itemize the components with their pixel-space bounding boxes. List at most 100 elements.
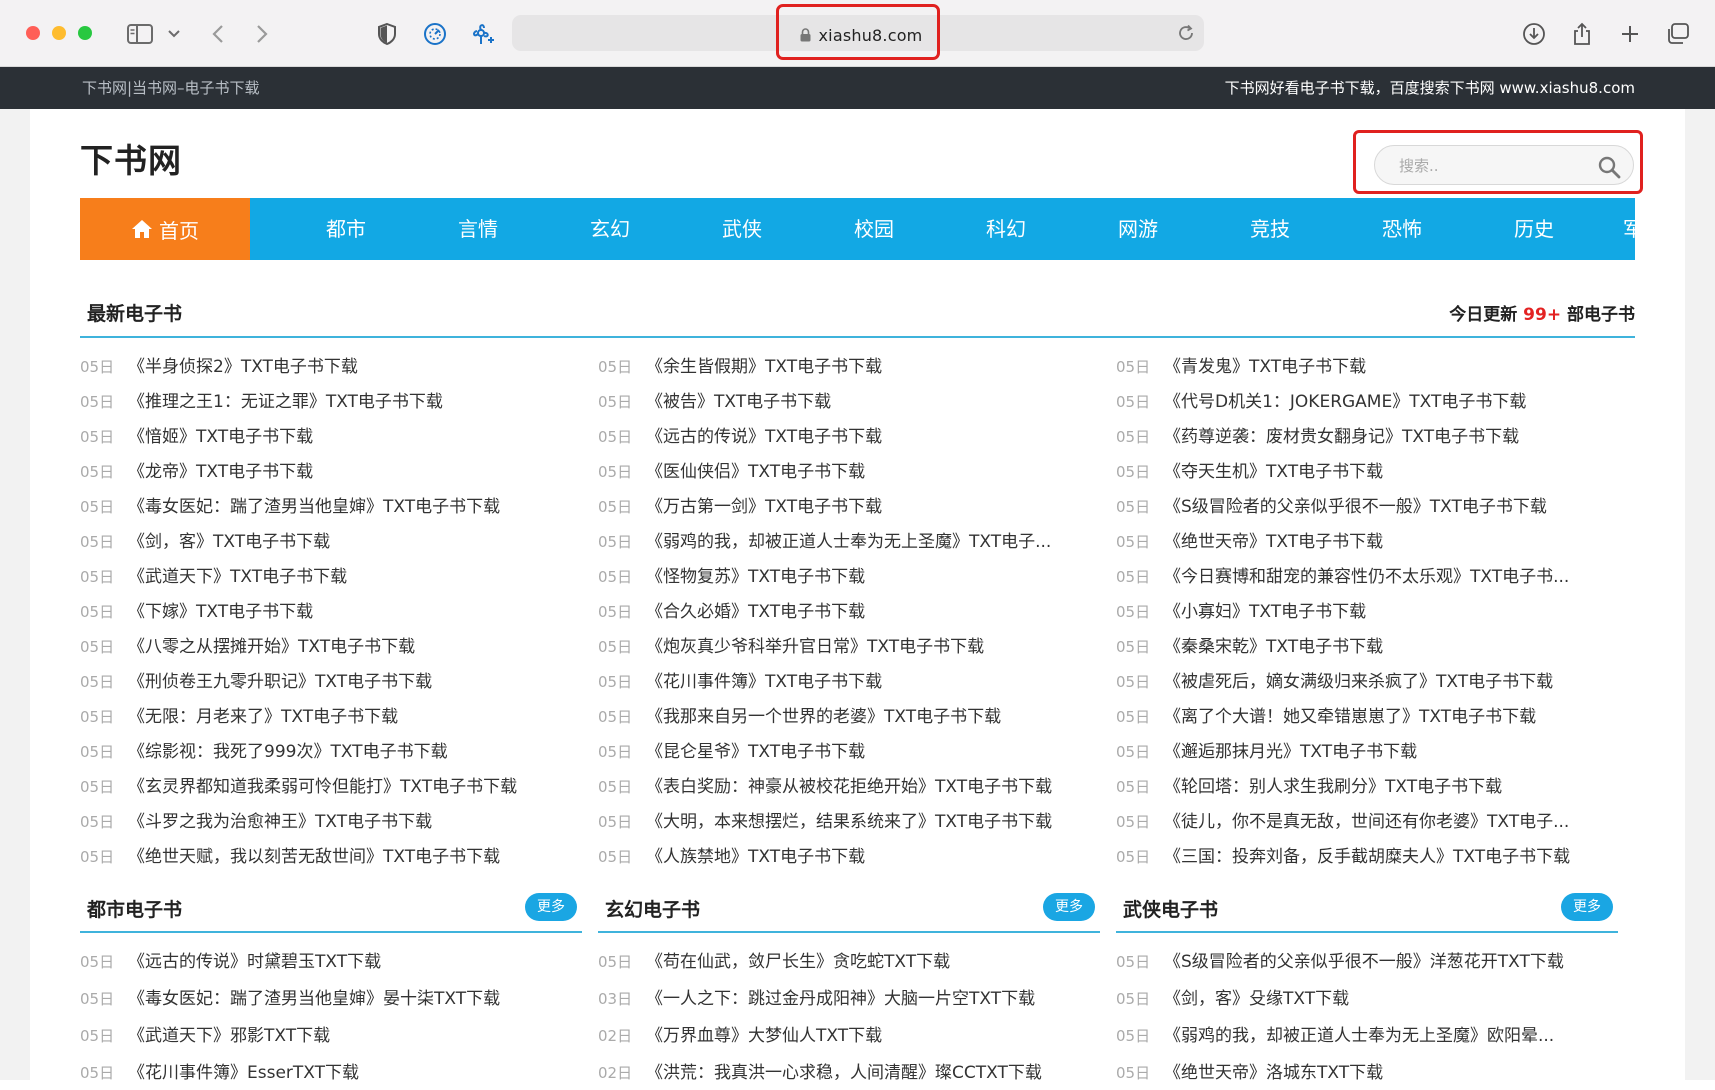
share-icon[interactable] xyxy=(1566,18,1598,50)
book-title-link[interactable]: 《小寡妇》TXT电子书下载 xyxy=(1164,602,1366,622)
tab-overview-icon[interactable] xyxy=(1662,18,1694,50)
nav-item-kongbu[interactable]: 恐怖 xyxy=(1372,198,1432,260)
book-title-link[interactable]: 《大明，本来想摆烂，结果系统来了》TXT电子书下载 xyxy=(646,812,1052,832)
book-list-item[interactable]: 05日 《无限：月老来了》TXT电子书下载 xyxy=(80,700,398,734)
category-list-item[interactable]: 05日 《弱鸡的我，却被正道人士奉为无上圣魔》欧阳晕... xyxy=(1116,1019,1554,1053)
category-list-item[interactable]: 05日 《绝世天帝》洛城东TXT下载 xyxy=(1116,1056,1383,1090)
book-title-link[interactable]: 《弱鸡的我，却被正道人士奉为无上圣魔》TXT电子... xyxy=(646,532,1051,552)
reload-icon[interactable] xyxy=(1170,17,1202,49)
book-list-item[interactable]: 05日 《绝世天赋，我以刻苦无敌世间》TXT电子书下载 xyxy=(80,840,500,874)
book-list-item[interactable]: 05日 《推理之王1：无证之罪》TXT电子书下载 xyxy=(80,385,443,419)
book-title-link[interactable]: 《三国：投奔刘备，反手截胡糜夫人》TXT电子书下载 xyxy=(1164,847,1570,867)
book-title-link[interactable]: 《我那来自另一个世界的老婆》TXT电子书下载 xyxy=(646,707,1001,727)
book-title-link[interactable]: 《绝世天赋，我以刻苦无敌世间》TXT电子书下载 xyxy=(128,847,500,867)
book-title-link[interactable]: 《万界血尊》大梦仙人TXT下载 xyxy=(646,1026,882,1046)
book-list-item[interactable]: 05日 《怪物复苏》TXT电子书下载 xyxy=(598,560,865,594)
book-list-item[interactable]: 05日 《合久必婚》TXT电子书下载 xyxy=(598,595,865,629)
book-title-link[interactable]: 《人族禁地》TXT电子书下载 xyxy=(646,847,865,867)
book-list-item[interactable]: 05日 《三国：投奔刘备，反手截胡糜夫人》TXT电子书下载 xyxy=(1116,840,1570,874)
category-list-item[interactable]: 02日 《洪荒：我真洪一心求稳，人间清醒》璨CCTXT下载 xyxy=(598,1056,1042,1090)
book-list-item[interactable]: 05日 《徒儿，你不是真无敌，世间还有你老婆》TXT电子... xyxy=(1116,805,1569,839)
book-list-item[interactable]: 05日 《刑侦卷王九零升职记》TXT电子书下载 xyxy=(80,665,432,699)
book-title-link[interactable]: 《半身侦探2》TXT电子书下载 xyxy=(128,357,358,377)
book-title-link[interactable]: 《推理之王1：无证之罪》TXT电子书下载 xyxy=(128,392,443,412)
book-list-item[interactable]: 05日 《S级冒险者的父亲似乎很不一般》TXT电子书下载 xyxy=(1116,490,1547,524)
forward-icon[interactable] xyxy=(246,18,278,50)
book-title-link[interactable]: 《表白奖励：神豪从被校花拒绝开始》TXT电子书下载 xyxy=(646,777,1052,797)
book-title-link[interactable]: 《轮回塔：别人求生我刷分》TXT电子书下载 xyxy=(1164,777,1502,797)
book-title-link[interactable]: 《邂逅那抹月光》TXT电子书下载 xyxy=(1164,742,1417,762)
book-title-link[interactable]: 《一人之下：跳过金丹成阳神》大脑一片空TXT下载 xyxy=(646,989,1035,1009)
more-button-urban[interactable]: 更多 xyxy=(525,893,577,921)
book-title-link[interactable]: 《绝世天帝》洛城东TXT下载 xyxy=(1164,1063,1383,1083)
book-title-link[interactable]: 《弱鸡的我，却被正道人士奉为无上圣魔》欧阳晕... xyxy=(1164,1026,1554,1046)
book-list-item[interactable]: 05日 《愔姬》TXT电子书下载 xyxy=(80,420,313,454)
book-title-link[interactable]: 《毒女医妃：踹了渣男当他皇婶》晏十柒TXT下载 xyxy=(128,989,500,1009)
book-list-item[interactable]: 05日 《离了个大谱！她又牵错崽崽了》TXT电子书下载 xyxy=(1116,700,1536,734)
book-title-link[interactable]: 《今日赛博和甜宠的兼容性仍不太乐观》TXT电子书... xyxy=(1164,567,1569,587)
category-list-item[interactable]: 05日 《远古的传说》时黛碧玉TXT下载 xyxy=(80,945,381,979)
minimize-window-button[interactable] xyxy=(52,26,66,40)
book-list-item[interactable]: 05日 《轮回塔：别人求生我刷分》TXT电子书下载 xyxy=(1116,770,1502,804)
extension-fan-icon[interactable] xyxy=(467,18,499,50)
book-list-item[interactable]: 05日 《邂逅那抹月光》TXT电子书下载 xyxy=(1116,735,1417,769)
new-tab-icon[interactable] xyxy=(1614,18,1646,50)
privacy-shield-icon[interactable] xyxy=(371,18,403,50)
search-input[interactable] xyxy=(1397,146,1591,186)
book-title-link[interactable]: 《愔姬》TXT电子书下载 xyxy=(128,427,313,447)
book-title-link[interactable]: 《刑侦卷王九零升职记》TXT电子书下载 xyxy=(128,672,432,692)
book-list-item[interactable]: 05日 《秦桑宋乾》TXT电子书下载 xyxy=(1116,630,1383,664)
book-list-item[interactable]: 05日 《剑，客》TXT电子书下载 xyxy=(80,525,330,559)
book-list-item[interactable]: 05日 《八零之从摆摊开始》TXT电子书下载 xyxy=(80,630,415,664)
nav-item-lishi[interactable]: 历史 xyxy=(1504,198,1564,260)
book-title-link[interactable]: 《剑，客》TXT电子书下载 xyxy=(128,532,330,552)
download-icon[interactable] xyxy=(1518,18,1550,50)
book-list-item[interactable]: 05日 《表白奖励：神豪从被校花拒绝开始》TXT电子书下载 xyxy=(598,770,1052,804)
book-title-link[interactable]: 《代号D机关1：JOKERGAME》TXT电子书下载 xyxy=(1164,392,1526,412)
book-title-link[interactable]: 《斗罗之我为治愈神王》TXT电子书下载 xyxy=(128,812,432,832)
book-list-item[interactable]: 05日 《被告》TXT电子书下载 xyxy=(598,385,831,419)
book-title-link[interactable]: 《玄灵界都知道我柔弱可怜但能打》TXT电子书下载 xyxy=(128,777,517,797)
back-icon[interactable] xyxy=(202,18,234,50)
book-list-item[interactable]: 05日 《绝世天帝》TXT电子书下载 xyxy=(1116,525,1383,559)
book-title-link[interactable]: 《徒儿，你不是真无敌，世间还有你老婆》TXT电子... xyxy=(1164,812,1569,832)
nav-item-home[interactable]: 首页 xyxy=(80,198,250,260)
book-list-item[interactable]: 05日 《被虐死后，嫡女满级归来杀疯了》TXT电子书下载 xyxy=(1116,665,1553,699)
book-title-link[interactable]: 《S级冒险者的父亲似乎很不一般》洋葱花开TXT下载 xyxy=(1164,952,1564,972)
book-list-item[interactable]: 05日 《代号D机关1：JOKERGAME》TXT电子书下载 xyxy=(1116,385,1526,419)
book-title-link[interactable]: 《秦桑宋乾》TXT电子书下载 xyxy=(1164,637,1383,657)
nav-item-xuanhuan[interactable]: 玄幻 xyxy=(580,198,640,260)
nav-item-wuxia[interactable]: 武侠 xyxy=(712,198,772,260)
category-list-item[interactable]: 02日 《万界血尊》大梦仙人TXT下载 xyxy=(598,1019,882,1053)
book-title-link[interactable]: 《武道天下》邪影TXT下载 xyxy=(128,1026,330,1046)
chevron-down-icon[interactable] xyxy=(158,18,190,50)
book-list-item[interactable]: 05日 《青发鬼》TXT电子书下载 xyxy=(1116,350,1366,384)
book-list-item[interactable]: 05日 《余生皆假期》TXT电子书下载 xyxy=(598,350,882,384)
book-title-link[interactable]: 《被虐死后，嫡女满级归来杀疯了》TXT电子书下载 xyxy=(1164,672,1553,692)
book-list-item[interactable]: 05日 《龙帝》TXT电子书下载 xyxy=(80,455,313,489)
book-title-link[interactable]: 《远古的传说》时黛碧玉TXT下载 xyxy=(128,952,381,972)
book-list-item[interactable]: 05日 《医仙侠侣》TXT电子书下载 xyxy=(598,455,865,489)
book-title-link[interactable]: 《离了个大谱！她又牵错崽崽了》TXT电子书下载 xyxy=(1164,707,1536,727)
book-list-item[interactable]: 05日 《我那来自另一个世界的老婆》TXT电子书下载 xyxy=(598,700,1001,734)
book-list-item[interactable]: 05日 《下嫁》TXT电子书下载 xyxy=(80,595,313,629)
nav-item-xiaoyuan[interactable]: 校园 xyxy=(844,198,904,260)
book-title-link[interactable]: 《余生皆假期》TXT电子书下载 xyxy=(646,357,882,377)
book-title-link[interactable]: 《S级冒险者的父亲似乎很不一般》TXT电子书下载 xyxy=(1164,497,1547,517)
book-title-link[interactable]: 《医仙侠侣》TXT电子书下载 xyxy=(646,462,865,482)
book-list-item[interactable]: 05日 《大明，本来想摆烂，结果系统来了》TXT电子书下载 xyxy=(598,805,1052,839)
book-list-item[interactable]: 05日 《花川事件簿》TXT电子书下载 xyxy=(598,665,882,699)
book-title-link[interactable]: 《昆仑星爷》TXT电子书下载 xyxy=(646,742,865,762)
more-button-fantasy[interactable]: 更多 xyxy=(1043,893,1095,921)
url-display[interactable]: xiashu8.com xyxy=(779,7,943,63)
book-list-item[interactable]: 05日 《药尊逆袭：废材贵女翻身记》TXT电子书下载 xyxy=(1116,420,1519,454)
more-button-wuxia[interactable]: 更多 xyxy=(1561,893,1613,921)
book-list-item[interactable]: 05日 《夺天生机》TXT电子书下载 xyxy=(1116,455,1383,489)
nav-item-yanqing[interactable]: 言情 xyxy=(448,198,508,260)
book-list-item[interactable]: 05日 《今日赛博和甜宠的兼容性仍不太乐观》TXT电子书... xyxy=(1116,560,1569,594)
search-icon[interactable] xyxy=(1597,155,1621,179)
book-title-link[interactable]: 《远古的传说》TXT电子书下载 xyxy=(646,427,882,447)
nav-item-dushi[interactable]: 都市 xyxy=(316,198,376,260)
nav-item-wangyou[interactable]: 网游 xyxy=(1108,198,1168,260)
book-title-link[interactable]: 《花川事件簿》EsserTXT下载 xyxy=(128,1063,359,1083)
